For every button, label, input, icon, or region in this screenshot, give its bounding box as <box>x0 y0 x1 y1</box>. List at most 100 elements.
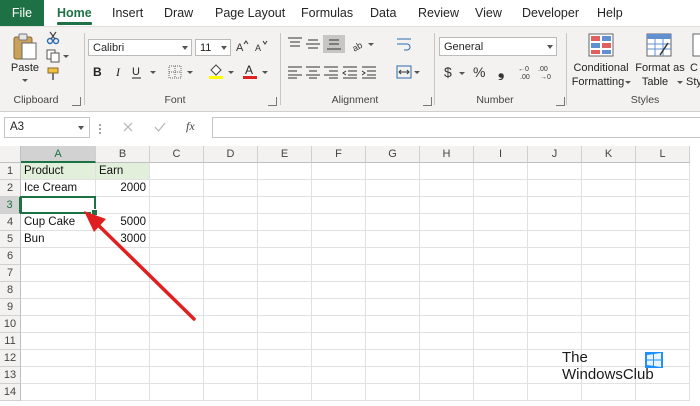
cell-d11[interactable] <box>204 333 258 350</box>
cell-e1[interactable] <box>258 163 312 180</box>
currency-icon[interactable]: $ <box>443 64 455 80</box>
cell-i14[interactable] <box>474 384 528 401</box>
cell-i3[interactable] <box>474 197 528 214</box>
cell-d4[interactable] <box>204 214 258 231</box>
row-header-13[interactable]: 13 <box>0 367 21 384</box>
insert-function-button[interactable]: fx <box>186 119 195 134</box>
cell-f4[interactable] <box>312 214 366 231</box>
cell-h7[interactable] <box>420 265 474 282</box>
cell-d8[interactable] <box>204 282 258 299</box>
cell-f5[interactable] <box>312 231 366 248</box>
cell-f10[interactable] <box>312 316 366 333</box>
cell-i9[interactable] <box>474 299 528 316</box>
cell-l7[interactable] <box>636 265 690 282</box>
cell-j2[interactable] <box>528 180 582 197</box>
cell-b1[interactable]: Earn <box>96 163 150 180</box>
row-header-3[interactable]: 3 <box>0 197 21 214</box>
cell-j9[interactable] <box>528 299 582 316</box>
cell-a11[interactable] <box>21 333 96 350</box>
cell-k10[interactable] <box>582 316 636 333</box>
row-header-2[interactable]: 2 <box>0 180 21 197</box>
cell-e5[interactable] <box>258 231 312 248</box>
comma-style-icon[interactable]: ❟ <box>497 64 507 80</box>
cell-h9[interactable] <box>420 299 474 316</box>
orientation-dropdown-icon[interactable] <box>368 43 374 46</box>
paste-label[interactable]: Paste <box>9 62 41 74</box>
cell-b13[interactable] <box>96 367 150 384</box>
cell-a13[interactable] <box>21 367 96 384</box>
cell-e3[interactable] <box>258 197 312 214</box>
cell-e13[interactable] <box>258 367 312 384</box>
cell-c14[interactable] <box>150 384 204 401</box>
cell-k9[interactable] <box>582 299 636 316</box>
tab-page-layout[interactable]: Page Layout <box>215 0 285 26</box>
cell-c11[interactable] <box>150 333 204 350</box>
cell-h5[interactable] <box>420 231 474 248</box>
cell-j1[interactable] <box>528 163 582 180</box>
cell-l3[interactable] <box>636 197 690 214</box>
cell-b2[interactable]: 2000 <box>96 180 150 197</box>
borders-dropdown-icon[interactable] <box>187 71 193 74</box>
font-size-combo[interactable]: 11 <box>195 39 231 56</box>
cell-a1[interactable]: Product <box>21 163 96 180</box>
row-header-12[interactable]: 12 <box>0 350 21 367</box>
cell-f6[interactable] <box>312 248 366 265</box>
percent-icon[interactable]: % <box>473 64 487 80</box>
cell-j8[interactable] <box>528 282 582 299</box>
cell-h6[interactable] <box>420 248 474 265</box>
column-header-e[interactable]: E <box>258 146 312 163</box>
column-header-j[interactable]: J <box>528 146 582 163</box>
tab-home[interactable]: Home <box>57 0 92 26</box>
middle-align-icon[interactable] <box>305 37 321 51</box>
column-header-a[interactable]: A <box>21 146 96 163</box>
increase-font-size-icon[interactable]: A <box>235 39 249 53</box>
cell-e9[interactable] <box>258 299 312 316</box>
cell-e12[interactable] <box>258 350 312 367</box>
cell-h14[interactable] <box>420 384 474 401</box>
cell-a14[interactable] <box>21 384 96 401</box>
row-header-10[interactable]: 10 <box>0 316 21 333</box>
cell-h3[interactable] <box>420 197 474 214</box>
tab-draw[interactable]: Draw <box>164 0 193 26</box>
cell-f3[interactable] <box>312 197 366 214</box>
row-header-14[interactable]: 14 <box>0 384 21 401</box>
cell-g12[interactable] <box>366 350 420 367</box>
cell-l10[interactable] <box>636 316 690 333</box>
cell-styles-label-2[interactable]: Styl <box>686 76 700 88</box>
paste-icon[interactable] <box>12 33 38 61</box>
clipboard-launcher-icon[interactable] <box>72 97 81 106</box>
cell-d3[interactable] <box>204 197 258 214</box>
copy-icon[interactable] <box>46 49 60 63</box>
decrease-font-size-icon[interactable]: A <box>254 39 268 53</box>
tab-developer[interactable]: Developer <box>522 0 579 26</box>
italic-icon[interactable]: I <box>113 65 125 79</box>
cell-e6[interactable] <box>258 248 312 265</box>
name-box[interactable]: A3 <box>4 117 90 138</box>
cell-b11[interactable] <box>96 333 150 350</box>
cell-l5[interactable] <box>636 231 690 248</box>
cell-c2[interactable] <box>150 180 204 197</box>
column-header-g[interactable]: G <box>366 146 420 163</box>
increase-decimal-icon[interactable]: ←0.00 <box>518 64 534 80</box>
cell-i4[interactable] <box>474 214 528 231</box>
tab-review[interactable]: Review <box>418 0 459 26</box>
cell-l4[interactable] <box>636 214 690 231</box>
cell-g1[interactable] <box>366 163 420 180</box>
orientation-icon[interactable]: ab <box>350 36 366 52</box>
cell-k2[interactable] <box>582 180 636 197</box>
number-launcher-icon[interactable] <box>556 97 565 106</box>
cell-e4[interactable] <box>258 214 312 231</box>
conditional-formatting-label-1[interactable]: Conditional <box>570 62 632 74</box>
font-name-combo[interactable]: Calibri <box>88 39 192 56</box>
top-align-icon[interactable] <box>287 37 303 51</box>
formula-input[interactable] <box>212 117 700 138</box>
column-header-l[interactable]: L <box>636 146 690 163</box>
cell-a2[interactable]: Ice Cream <box>21 180 96 197</box>
row-header-9[interactable]: 9 <box>0 299 21 316</box>
underline-icon[interactable]: U <box>131 65 143 79</box>
cell-i13[interactable] <box>474 367 528 384</box>
row-header-5[interactable]: 5 <box>0 231 21 248</box>
cell-g10[interactable] <box>366 316 420 333</box>
increase-indent-icon[interactable] <box>361 65 377 79</box>
cell-f2[interactable] <box>312 180 366 197</box>
